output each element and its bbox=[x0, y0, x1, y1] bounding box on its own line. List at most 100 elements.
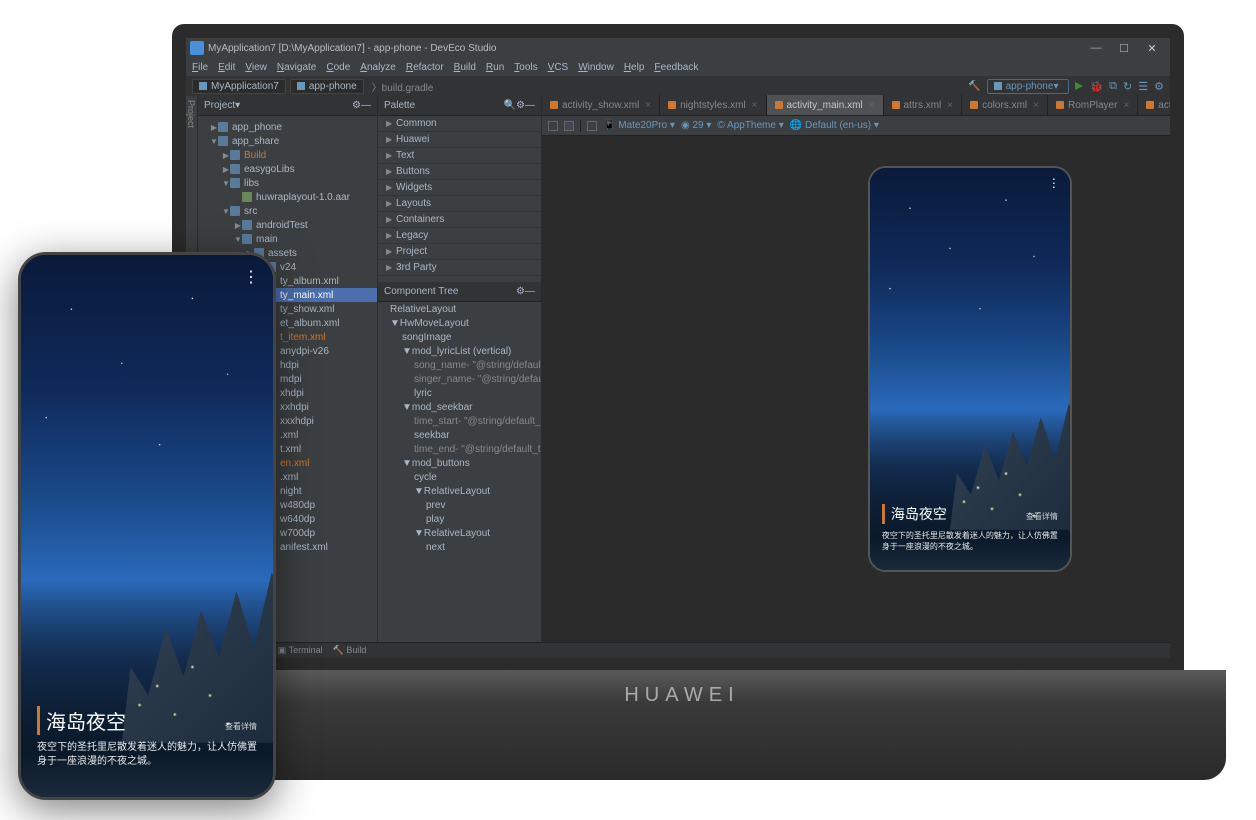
palette-category[interactable]: ▶ Text bbox=[378, 148, 541, 164]
menu-help[interactable]: Help bbox=[624, 62, 645, 73]
component-node[interactable]: lyric bbox=[378, 386, 541, 400]
project-node[interactable]: ▶Build bbox=[198, 148, 377, 162]
component-node[interactable]: ▼mod_buttons bbox=[378, 456, 541, 470]
profile-button[interactable]: ⧉ bbox=[1109, 80, 1117, 93]
phone-more-link[interactable]: 查看详情 bbox=[225, 721, 257, 732]
build-tab[interactable]: 🔨 Build bbox=[333, 645, 367, 656]
component-node[interactable]: song_name- "@string/default_s… bbox=[378, 358, 541, 372]
design-mode-icon[interactable] bbox=[548, 121, 558, 131]
component-node[interactable]: ▼HwMoveLayout bbox=[378, 316, 541, 330]
component-node[interactable]: time_start- "@string/default_time" bbox=[378, 414, 541, 428]
orientation-icon[interactable] bbox=[587, 121, 597, 131]
component-node[interactable]: prev bbox=[378, 498, 541, 512]
palette-category[interactable]: ▶ Buttons bbox=[378, 164, 541, 180]
component-node[interactable]: ▼RelativeLayout bbox=[378, 526, 541, 540]
palette-category[interactable]: ▶ 3rd Party bbox=[378, 260, 541, 276]
component-tree[interactable]: RelativeLayout▼HwMoveLayoutsongImage▼mod… bbox=[378, 302, 541, 642]
component-node[interactable]: time_end- "@string/default_time" bbox=[378, 442, 541, 456]
component-node[interactable]: ▼mod_seekbar bbox=[378, 400, 541, 414]
breadcrumb-module[interactable]: app-phone bbox=[290, 79, 364, 94]
editor-tab[interactable]: activity_show.xml× bbox=[542, 95, 660, 115]
sdk-button[interactable]: ⚙ bbox=[1154, 80, 1164, 93]
debug-button[interactable]: 🐞 bbox=[1089, 80, 1103, 93]
menu-feedback[interactable]: Feedback bbox=[654, 62, 698, 73]
menu-code[interactable]: Code bbox=[326, 62, 350, 73]
locale-dropdown[interactable]: 🌐 Default (en-us) ▾ bbox=[790, 120, 879, 131]
palette-category[interactable]: ▶ Project bbox=[378, 244, 541, 260]
component-node[interactable]: ▼mod_lyricList (vertical) bbox=[378, 344, 541, 358]
palette-category[interactable]: ▶ Layouts bbox=[378, 196, 541, 212]
menu-edit[interactable]: Edit bbox=[218, 62, 235, 73]
device-dropdown[interactable]: 📱 Mate20Pro ▾ bbox=[603, 120, 675, 131]
component-node[interactable]: ▼RelativeLayout bbox=[378, 484, 541, 498]
breadcrumb-project[interactable]: MyApplication7 bbox=[192, 79, 286, 94]
palette-category[interactable]: ▶ Containers bbox=[378, 212, 541, 228]
blueprint-mode-icon[interactable] bbox=[564, 121, 574, 131]
terminal-tab[interactable]: ▣ Terminal bbox=[278, 645, 323, 656]
nav-bar: MyApplication7 app-phone 〉build.gradle 🔨… bbox=[186, 76, 1170, 96]
palette-category[interactable]: ▶ Common bbox=[378, 116, 541, 132]
menu-view[interactable]: View bbox=[245, 62, 267, 73]
menu-refactor[interactable]: Refactor bbox=[406, 62, 444, 73]
palette-search-icon[interactable]: 🔍 bbox=[504, 100, 516, 111]
editor-tab[interactable]: activity_main.xml× bbox=[767, 95, 884, 115]
component-node[interactable]: cycle bbox=[378, 470, 541, 484]
palette-gear-icon[interactable]: ⚙ bbox=[516, 100, 525, 111]
app-icon bbox=[190, 41, 204, 55]
window-minimize[interactable]: — bbox=[1082, 42, 1110, 54]
window-close[interactable]: ✕ bbox=[1138, 42, 1166, 55]
run-config-dropdown[interactable]: app-phone ▾ bbox=[987, 79, 1070, 94]
component-node[interactable]: songImage bbox=[378, 330, 541, 344]
palette-collapse-icon[interactable]: — bbox=[525, 100, 535, 111]
component-node[interactable]: singer_name- "@string/default_… bbox=[378, 372, 541, 386]
breadcrumb-file[interactable]: 〉build.gradle bbox=[372, 79, 434, 94]
ctree-gear-icon[interactable]: ⚙ bbox=[516, 286, 525, 297]
bottom-toolbar: 🔄 HMS Convertor ▣ Terminal 🔨 Build bbox=[186, 642, 1170, 658]
palette-category[interactable]: ▶ Legacy bbox=[378, 228, 541, 244]
window-maximize[interactable]: ☐ bbox=[1110, 42, 1138, 55]
menu-build[interactable]: Build bbox=[454, 62, 476, 73]
component-node[interactable]: RelativeLayout bbox=[378, 302, 541, 316]
editor-tab[interactable]: nightstyles.xml× bbox=[660, 95, 766, 115]
project-node[interactable]: ▶easygoLibs bbox=[198, 162, 377, 176]
editor-tab[interactable]: attrs.xml× bbox=[884, 95, 963, 115]
project-collapse-icon[interactable]: — bbox=[361, 100, 371, 111]
build-icon[interactable]: 🔨 bbox=[968, 81, 980, 92]
design-canvas[interactable]: ⋮ 海岛夜空 查看详情 夜空下的圣托里尼散发着迷人的魅力，让人仿佛置身于一座浪漫… bbox=[542, 136, 1184, 642]
component-node[interactable]: play bbox=[378, 512, 541, 526]
project-node[interactable]: ▶androidTest bbox=[198, 218, 377, 232]
menu-vcs[interactable]: VCS bbox=[548, 62, 569, 73]
preview-menu-icon[interactable]: ⋮ bbox=[1048, 176, 1060, 190]
menu-analyze[interactable]: Analyze bbox=[360, 62, 396, 73]
project-node[interactable]: ▼app_share bbox=[198, 134, 377, 148]
editor-tab[interactable]: activity_album.xml× bbox=[1138, 95, 1184, 115]
project-node[interactable]: ▼src bbox=[198, 204, 377, 218]
phone-menu-icon[interactable]: ⋮ bbox=[243, 267, 259, 287]
project-gear-icon[interactable]: ⚙ bbox=[352, 100, 361, 111]
component-node[interactable]: next bbox=[378, 540, 541, 554]
component-node[interactable]: seekbar bbox=[378, 428, 541, 442]
project-node[interactable]: huwraplayout-1.0.aar bbox=[198, 190, 377, 204]
project-node[interactable]: ▼libs bbox=[198, 176, 377, 190]
editor-tab[interactable]: colors.xml× bbox=[962, 95, 1048, 115]
theme-dropdown[interactable]: © AppTheme ▾ bbox=[717, 120, 783, 131]
palette-list[interactable]: ▶ Common▶ Huawei▶ Text▶ Buttons▶ Widgets… bbox=[378, 116, 541, 276]
preview-more-link[interactable]: 查看详情 bbox=[1026, 511, 1058, 522]
ctree-collapse-icon[interactable]: — bbox=[525, 286, 535, 297]
palette-category[interactable]: ▶ Widgets bbox=[378, 180, 541, 196]
menu-navigate[interactable]: Navigate bbox=[277, 62, 316, 73]
menu-window[interactable]: Window bbox=[578, 62, 614, 73]
sync-button[interactable]: ↻ bbox=[1123, 80, 1132, 93]
design-preview-device[interactable]: ⋮ 海岛夜空 查看详情 夜空下的圣托里尼散发着迷人的魅力，让人仿佛置身于一座浪漫… bbox=[868, 166, 1072, 572]
menu-run[interactable]: Run bbox=[486, 62, 504, 73]
project-node[interactable]: ▼main bbox=[198, 232, 377, 246]
menu-file[interactable]: File bbox=[192, 62, 208, 73]
project-node[interactable]: ▶app_phone bbox=[198, 120, 377, 134]
menu-tools[interactable]: Tools bbox=[514, 62, 537, 73]
palette-column: Palette 🔍 ⚙ — ▶ Common▶ Huawei▶ Text▶ Bu… bbox=[378, 96, 542, 642]
api-dropdown[interactable]: ◉ 29 ▾ bbox=[681, 120, 711, 131]
avd-button[interactable]: ☰ bbox=[1138, 80, 1148, 93]
run-button[interactable] bbox=[1075, 82, 1083, 90]
palette-category[interactable]: ▶ Huawei bbox=[378, 132, 541, 148]
editor-tab[interactable]: RomPlayer× bbox=[1048, 95, 1138, 115]
